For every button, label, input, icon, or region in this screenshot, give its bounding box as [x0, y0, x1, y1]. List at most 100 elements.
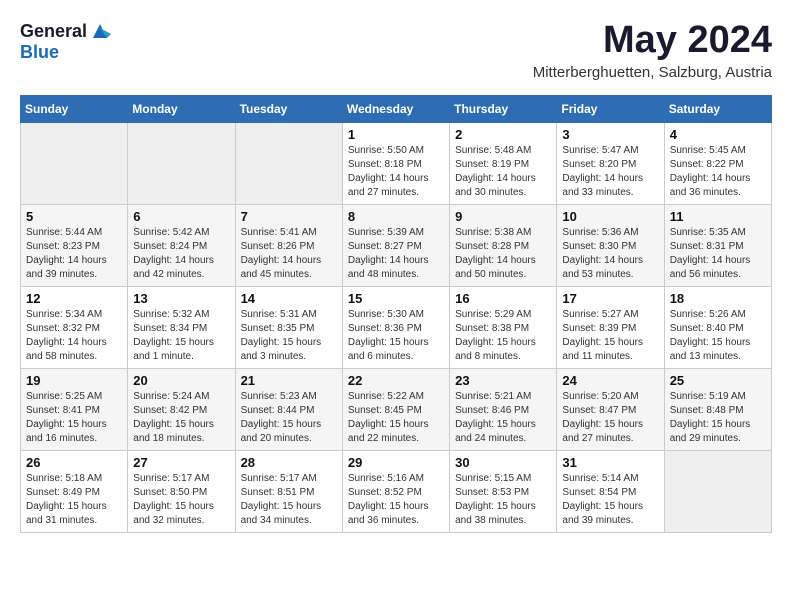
calendar-cell-1-1: 6 Sunrise: 5:42 AM Sunset: 8:24 PM Daylig…	[128, 204, 235, 286]
calendar-cell-0-6: 4 Sunrise: 5:45 AM Sunset: 8:22 PM Daylig…	[664, 122, 771, 204]
calendar-cell-4-3: 29 Sunrise: 5:16 AM Sunset: 8:52 PM Dayli…	[342, 450, 449, 532]
day-number: 4	[670, 127, 766, 142]
calendar-cell-1-5: 10 Sunrise: 5:36 AM Sunset: 8:30 PM Dayli…	[557, 204, 664, 286]
calendar-cell-3-3: 22Sunrise: 5:22 AM Sunset: 8:45 PM Dayli…	[342, 368, 449, 450]
calendar-cell-3-4: 23 Sunrise: 5:21 AM Sunset: 8:46 PM Dayli…	[450, 368, 557, 450]
day-number: 31	[562, 455, 658, 470]
day-number: 1	[348, 127, 444, 142]
weekday-header-row: Sunday Monday Tuesday Wednesday Thursday…	[21, 95, 772, 122]
day-info: Sunrise: 5:26 AM Sunset: 8:40 PM Dayligh…	[670, 308, 766, 364]
day-info: Sunrise: 5:18 AM Sunset: 8:49 PM Dayligh…	[26, 472, 122, 528]
day-number: 6	[133, 209, 229, 224]
day-number: 19	[26, 373, 122, 388]
logo: General Blue	[20, 20, 111, 63]
day-number: 17	[562, 291, 658, 306]
day-info: Sunrise: 5:16 AM Sunset: 8:52 PM Dayligh…	[348, 472, 444, 528]
header-thursday: Thursday	[450, 95, 557, 122]
logo-icon	[89, 20, 111, 42]
day-number: 7	[241, 209, 337, 224]
day-number: 27	[133, 455, 229, 470]
calendar-cell-4-4: 30 Sunrise: 5:15 AM Sunset: 8:53 PM Dayli…	[450, 450, 557, 532]
day-number: 9	[455, 209, 551, 224]
calendar-cell-2-5: 17 Sunrise: 5:27 AM Sunset: 8:39 PM Dayli…	[557, 286, 664, 368]
calendar-cell-3-5: 24 Sunrise: 5:20 AM Sunset: 8:47 PM Dayli…	[557, 368, 664, 450]
day-info: Sunrise: 5:39 AM Sunset: 8:27 PM Dayligh…	[348, 226, 444, 282]
header-wednesday: Wednesday	[342, 95, 449, 122]
calendar-cell-3-1: 20Sunrise: 5:24 AM Sunset: 8:42 PM Dayli…	[128, 368, 235, 450]
day-number: 3	[562, 127, 658, 142]
calendar-cell-4-1: 27 Sunrise: 5:17 AM Sunset: 8:50 PM Dayli…	[128, 450, 235, 532]
calendar-cell-2-4: 16 Sunrise: 5:29 AM Sunset: 8:38 PM Dayli…	[450, 286, 557, 368]
day-info: Sunrise: 5:45 AM Sunset: 8:22 PM Dayligh…	[670, 144, 766, 200]
day-info: Sunrise: 5:44 AM Sunset: 8:23 PM Dayligh…	[26, 226, 122, 282]
day-info: Sunrise: 5:36 AM Sunset: 8:30 PM Dayligh…	[562, 226, 658, 282]
calendar-cell-3-2: 21 Sunrise: 5:23 AM Sunset: 8:44 PM Dayli…	[235, 368, 342, 450]
day-info: Sunrise: 5:21 AM Sunset: 8:46 PM Dayligh…	[455, 390, 551, 446]
calendar-cell-4-0: 26Sunrise: 5:18 AM Sunset: 8:49 PM Dayli…	[21, 450, 128, 532]
week-row-5: 26Sunrise: 5:18 AM Sunset: 8:49 PM Dayli…	[21, 450, 772, 532]
day-info: Sunrise: 5:41 AM Sunset: 8:26 PM Dayligh…	[241, 226, 337, 282]
calendar-cell-1-0: 5 Sunrise: 5:44 AM Sunset: 8:23 PM Daylig…	[21, 204, 128, 286]
calendar-cell-1-2: 7 Sunrise: 5:41 AM Sunset: 8:26 PM Daylig…	[235, 204, 342, 286]
header-tuesday: Tuesday	[235, 95, 342, 122]
day-info: Sunrise: 5:24 AM Sunset: 8:42 PM Dayligh…	[133, 390, 229, 446]
day-info: Sunrise: 5:29 AM Sunset: 8:38 PM Dayligh…	[455, 308, 551, 364]
day-info: Sunrise: 5:20 AM Sunset: 8:47 PM Dayligh…	[562, 390, 658, 446]
calendar-cell-4-5: 31 Sunrise: 5:14 AM Sunset: 8:54 PM Dayli…	[557, 450, 664, 532]
day-info: Sunrise: 5:32 AM Sunset: 8:34 PM Dayligh…	[133, 308, 229, 364]
day-number: 28	[241, 455, 337, 470]
day-info: Sunrise: 5:14 AM Sunset: 8:54 PM Dayligh…	[562, 472, 658, 528]
day-info: Sunrise: 5:47 AM Sunset: 8:20 PM Dayligh…	[562, 144, 658, 200]
day-number: 25	[670, 373, 766, 388]
day-number: 22	[348, 373, 444, 388]
week-row-3: 12 Sunrise: 5:34 AM Sunset: 8:32 PM Dayli…	[21, 286, 772, 368]
day-number: 12	[26, 291, 122, 306]
day-number: 15	[348, 291, 444, 306]
month-title: May 2024	[533, 20, 772, 62]
calendar-cell-0-0	[21, 122, 128, 204]
day-info: Sunrise: 5:15 AM Sunset: 8:53 PM Dayligh…	[455, 472, 551, 528]
calendar-cell-2-2: 14Sunrise: 5:31 AM Sunset: 8:35 PM Dayli…	[235, 286, 342, 368]
day-number: 23	[455, 373, 551, 388]
day-number: 5	[26, 209, 122, 224]
calendar-cell-1-4: 9 Sunrise: 5:38 AM Sunset: 8:28 PM Daylig…	[450, 204, 557, 286]
day-info: Sunrise: 5:17 AM Sunset: 8:51 PM Dayligh…	[241, 472, 337, 528]
day-info: Sunrise: 5:19 AM Sunset: 8:48 PM Dayligh…	[670, 390, 766, 446]
calendar-cell-1-3: 8Sunrise: 5:39 AM Sunset: 8:27 PM Daylig…	[342, 204, 449, 286]
day-number: 24	[562, 373, 658, 388]
day-info: Sunrise: 5:30 AM Sunset: 8:36 PM Dayligh…	[348, 308, 444, 364]
calendar-cell-3-0: 19 Sunrise: 5:25 AM Sunset: 8:41 PM Dayli…	[21, 368, 128, 450]
day-number: 18	[670, 291, 766, 306]
day-info: Sunrise: 5:34 AM Sunset: 8:32 PM Dayligh…	[26, 308, 122, 364]
header: General Blue May 2024 Mitterberghuetten,…	[20, 20, 772, 81]
day-info: Sunrise: 5:48 AM Sunset: 8:19 PM Dayligh…	[455, 144, 551, 200]
day-info: Sunrise: 5:42 AM Sunset: 8:24 PM Dayligh…	[133, 226, 229, 282]
day-number: 10	[562, 209, 658, 224]
calendar-cell-0-1	[128, 122, 235, 204]
day-info: Sunrise: 5:23 AM Sunset: 8:44 PM Dayligh…	[241, 390, 337, 446]
calendar-cell-2-6: 18 Sunrise: 5:26 AM Sunset: 8:40 PM Dayli…	[664, 286, 771, 368]
day-info: Sunrise: 5:50 AM Sunset: 8:18 PM Dayligh…	[348, 144, 444, 200]
calendar-cell-3-6: 25 Sunrise: 5:19 AM Sunset: 8:48 PM Dayli…	[664, 368, 771, 450]
day-info: Sunrise: 5:25 AM Sunset: 8:41 PM Dayligh…	[26, 390, 122, 446]
calendar-cell-0-3: 1 Sunrise: 5:50 AM Sunset: 8:18 PM Daylig…	[342, 122, 449, 204]
day-number: 30	[455, 455, 551, 470]
header-monday: Monday	[128, 95, 235, 122]
header-saturday: Saturday	[664, 95, 771, 122]
logo-general-text: General	[20, 21, 87, 42]
calendar-cell-0-2	[235, 122, 342, 204]
day-number: 16	[455, 291, 551, 306]
header-friday: Friday	[557, 95, 664, 122]
day-info: Sunrise: 5:17 AM Sunset: 8:50 PM Dayligh…	[133, 472, 229, 528]
location-subtitle: Mitterberghuetten, Salzburg, Austria	[533, 64, 772, 81]
day-number: 21	[241, 373, 337, 388]
logo-blue-text: Blue	[20, 42, 59, 63]
day-info: Sunrise: 5:27 AM Sunset: 8:39 PM Dayligh…	[562, 308, 658, 364]
calendar-cell-2-0: 12 Sunrise: 5:34 AM Sunset: 8:32 PM Dayli…	[21, 286, 128, 368]
day-info: Sunrise: 5:38 AM Sunset: 8:28 PM Dayligh…	[455, 226, 551, 282]
day-number: 29	[348, 455, 444, 470]
day-number: 11	[670, 209, 766, 224]
day-number: 13	[133, 291, 229, 306]
day-info: Sunrise: 5:31 AM Sunset: 8:35 PM Dayligh…	[241, 308, 337, 364]
day-number: 2	[455, 127, 551, 142]
